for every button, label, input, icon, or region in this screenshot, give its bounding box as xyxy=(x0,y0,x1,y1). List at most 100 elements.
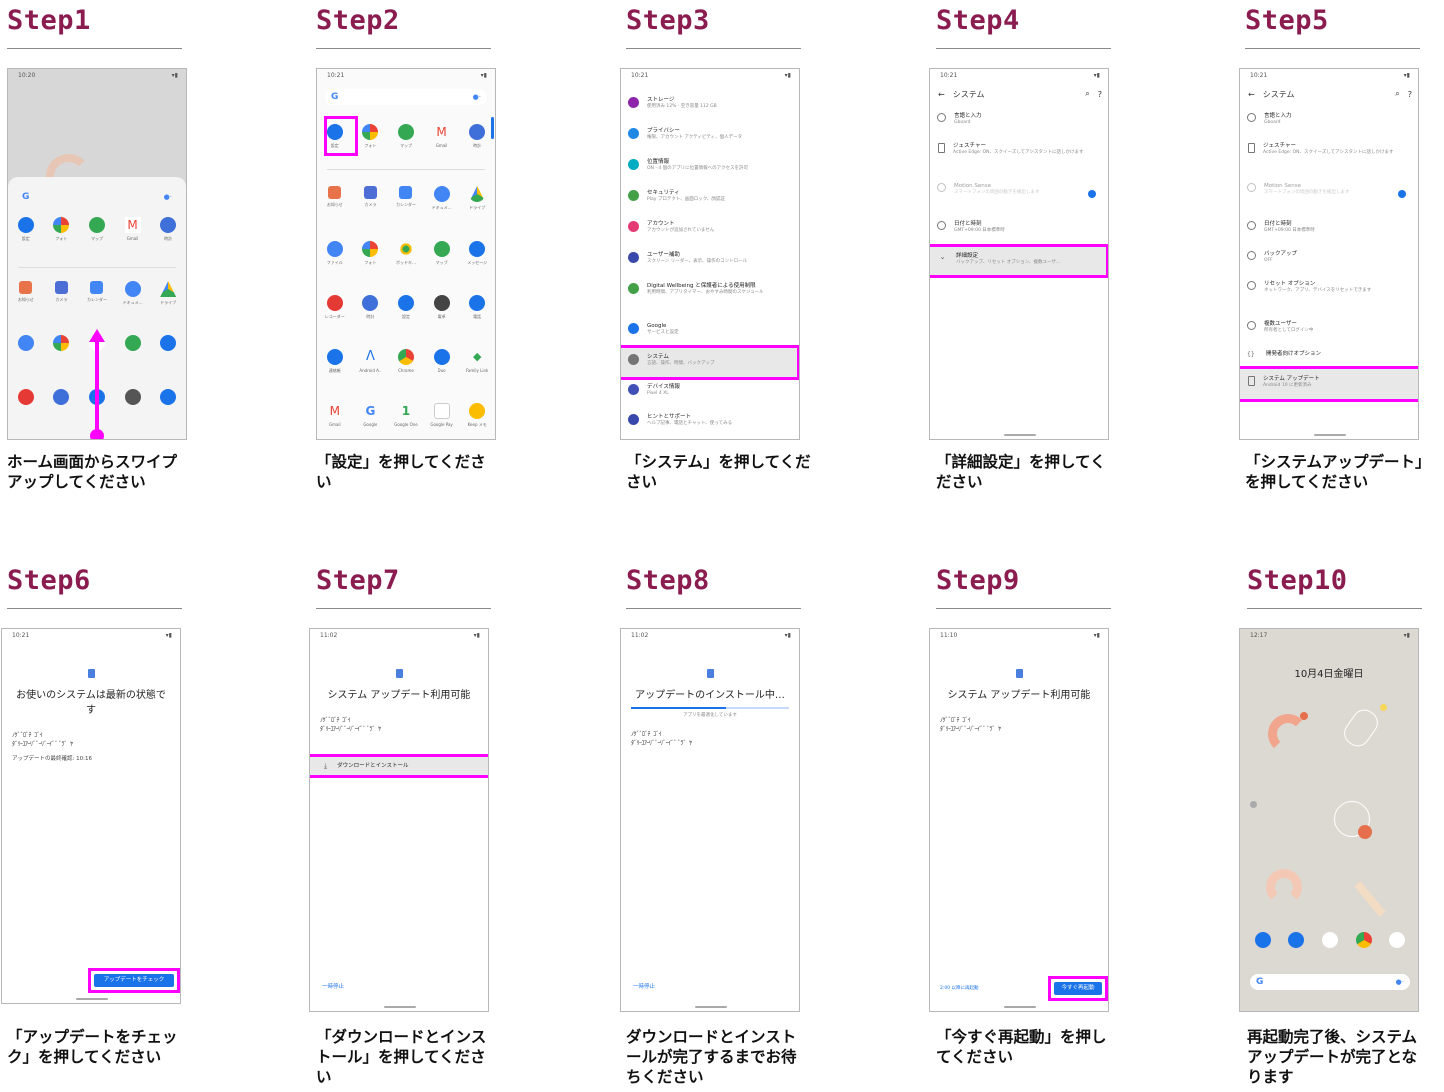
app-camera[interactable]: カメラ xyxy=(45,281,77,305)
help-icon[interactable]: ? xyxy=(1098,90,1102,99)
back-arrow-icon[interactable]: ← xyxy=(938,90,945,99)
phone-icon[interactable] xyxy=(1254,932,1271,948)
info-icon[interactable] xyxy=(1088,190,1096,198)
app-calculator[interactable] xyxy=(117,389,149,405)
app-photos[interactable]: フォト xyxy=(354,124,386,148)
restart-later-button[interactable]: 2:00 以降に再起動 xyxy=(940,986,979,992)
phone-icon xyxy=(469,295,486,311)
system-update-icon xyxy=(87,669,95,678)
app-files[interactable] xyxy=(10,335,42,351)
search-icon[interactable]: ⌕ xyxy=(1085,89,1089,99)
app-docs[interactable]: ドキュメ… xyxy=(426,186,458,210)
settings-item-location[interactable]: 位置情報 ON - 4 個のアプリに位置情報へのアクセスを許可 xyxy=(621,159,799,172)
app-maps[interactable]: マップ xyxy=(426,241,458,265)
play-store-icon[interactable] xyxy=(1321,932,1338,948)
back-arrow-icon[interactable]: ← xyxy=(1248,90,1255,99)
search-icon[interactable]: ⌕ xyxy=(1395,89,1399,99)
storage-icon xyxy=(628,97,639,108)
step-10: Step10 12:17 ▾▮ 10月4日金曜日 G ●· 再起動完了後、システム… xyxy=(1239,565,1437,1086)
settings-item-privacy[interactable]: プライバシー 権限、アカウント アクティビティ、個人データ xyxy=(621,128,799,141)
app-messages[interactable]: メッセージ xyxy=(461,241,493,265)
app-photos[interactable]: フォト xyxy=(45,217,77,241)
app-drive[interactable]: ドライブ xyxy=(152,281,184,305)
app-settings[interactable]: 設定 xyxy=(390,295,422,319)
app-camera[interactable]: カメラ xyxy=(354,186,386,210)
app-maps[interactable]: マップ xyxy=(390,124,422,148)
pause-button[interactable]: 一時停止 xyxy=(322,984,344,991)
app-news[interactable]: お知らせ xyxy=(319,186,351,210)
settings-item-digital-wellbeing[interactable]: Digital Wellbeing と保護者による使用制限 利用時間、アプリタイマ… xyxy=(621,283,799,296)
app-clock[interactable]: 時計 xyxy=(152,217,184,241)
app-bar: ← システム ⌕ ? xyxy=(930,85,1108,103)
scrollbar[interactable] xyxy=(491,117,494,139)
system-item-motion-sense[interactable]: Motion Sense スマートフォンの周囲の動きを検出します xyxy=(1240,183,1418,196)
system-item-language[interactable]: 言語と入力 Gboard xyxy=(930,113,1108,126)
app-google[interactable]: G Google xyxy=(354,403,386,427)
search-bar[interactable]: G ●· xyxy=(16,189,178,205)
system-item-developer-options[interactable]: {} 開発者向けオプション xyxy=(1240,351,1418,362)
app-keep[interactable]: Keep メモ xyxy=(461,403,493,427)
help-icon[interactable]: ? xyxy=(1408,90,1412,99)
app-duo[interactable]: Duo xyxy=(426,349,458,373)
system-item-date-time[interactable]: 日付と時刻 GMT+09:00 日本標準時 xyxy=(1240,221,1418,234)
info-icon[interactable] xyxy=(1398,190,1406,198)
app-clock[interactable]: 時計 xyxy=(461,124,493,148)
docs-icon xyxy=(124,281,141,297)
system-item-backup[interactable]: バックアップ OFF xyxy=(1240,251,1418,264)
app-settings[interactable]: 設定 xyxy=(10,217,42,241)
search-bar[interactable]: G ●· xyxy=(1250,974,1410,990)
app-phone[interactable]: 電話 xyxy=(461,295,493,319)
app-gmail[interactable]: M Gmail xyxy=(117,217,149,241)
app-drive[interactable]: ドライブ xyxy=(461,186,493,210)
accessibility-icon xyxy=(628,252,639,263)
app-docs[interactable]: ドキュメ… xyxy=(117,281,149,305)
app-messages[interactable] xyxy=(152,335,184,351)
app-gmail[interactable]: M Gmail xyxy=(426,124,458,148)
app-calculator[interactable]: 電卓 xyxy=(426,295,458,319)
settings-item-device-info[interactable]: デバイス情報 Pixel 4 XL xyxy=(621,384,799,397)
system-item-gestures[interactable]: ジェスチャー Active Edge: ON、スクイーズしてアシスタントに話しかけ… xyxy=(1240,143,1418,156)
app-android-auto[interactable]: Λ Android A.. xyxy=(354,349,386,373)
camera-icon[interactable] xyxy=(1389,932,1406,948)
app-photos[interactable]: フォト xyxy=(354,241,386,265)
date-widget[interactable]: 10月4日金曜日 xyxy=(1240,665,1418,680)
app-family-link[interactable]: ◆ Family Link xyxy=(461,349,493,373)
settings-item-storage[interactable]: ストレージ 使用済み 12% · 空き容量 112 GB xyxy=(621,97,799,110)
messages-icon[interactable] xyxy=(1288,932,1305,948)
system-item-gestures[interactable]: ジェスチャー Active Edge: ON、スクイーズしてアシスタントに話しかけ… xyxy=(930,143,1108,156)
system-item-multiple-users[interactable]: 複数ユーザー 所有者としてログイン中 xyxy=(1240,321,1418,334)
status-heading: システム アップデート利用可能 xyxy=(947,690,1091,701)
system-item-date-time[interactable]: 日付と時刻 GMT+09:00 日本標準時 xyxy=(930,221,1108,234)
app-chrome[interactable]: Chrome xyxy=(390,349,422,373)
settings-item-accounts[interactable]: アカウント アカウントが追加されていません xyxy=(621,221,799,234)
app-news[interactable]: お知らせ xyxy=(10,281,42,305)
step-8: Step8 11:02 ▾▮ アップデートのインストール中… アプリを最適化してい… xyxy=(620,565,816,1086)
chrome-icon[interactable] xyxy=(1355,932,1372,948)
pause-button[interactable]: 一時停止 xyxy=(633,984,655,991)
system-item-motion-sense[interactable]: Motion Sense スマートフォンの周囲の動きを検出します xyxy=(930,183,1108,196)
app-google-pay[interactable]: Google Pay xyxy=(426,403,458,427)
app-recorder[interactable] xyxy=(10,389,42,405)
app-clock[interactable] xyxy=(45,389,77,405)
system-item-reset[interactable]: リセット オプション ネットワーク、アプリ、デバイスをリセットできます xyxy=(1240,281,1418,294)
app-google-one[interactable]: 1 Google One xyxy=(390,403,422,427)
app-maps[interactable] xyxy=(117,335,149,351)
app-contacts[interactable]: 連絡帳 xyxy=(319,349,351,373)
app-calendar[interactable]: カレンダー xyxy=(81,281,113,305)
system-item-language[interactable]: 言語と入力 Gboard xyxy=(1240,113,1418,126)
app-clock[interactable]: 時計 xyxy=(354,295,386,319)
settings-item-tips[interactable]: ヒントとサポート ヘルプ記事、電話とチャット、使ってみる xyxy=(621,414,799,427)
app-calendar[interactable]: カレンダー xyxy=(390,186,422,210)
search-bar[interactable]: G ●· xyxy=(325,89,487,105)
app-files[interactable]: ファイル xyxy=(319,241,351,265)
settings-item-google[interactable]: Google サービスと設定 xyxy=(621,323,799,336)
app-photos[interactable] xyxy=(45,335,77,351)
app-gmail[interactable]: M Gmail xyxy=(319,403,351,427)
app-podcasts[interactable]: ポッドキ… xyxy=(390,241,422,265)
system-update-icon xyxy=(706,669,714,678)
app-recorder[interactable]: レコーダー xyxy=(319,295,351,319)
settings-item-security[interactable]: セキュリティ Play プロテクト、画面ロック、顔認証 xyxy=(621,190,799,203)
app-maps[interactable]: マップ xyxy=(81,217,113,241)
settings-item-accessibility[interactable]: ユーザー補助 スクリーン リーダー、表示、操作のコントロール xyxy=(621,252,799,265)
app-phone[interactable] xyxy=(152,389,184,405)
